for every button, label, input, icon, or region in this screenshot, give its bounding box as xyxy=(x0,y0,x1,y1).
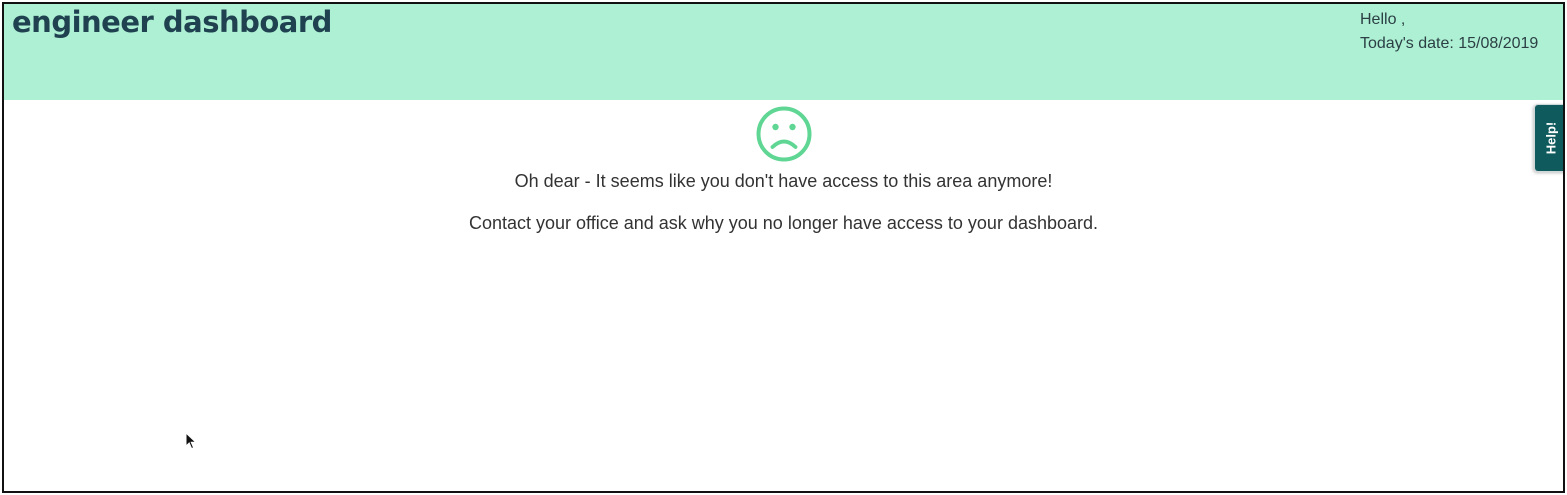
hello-text: Hello , xyxy=(1360,11,1406,28)
app-title: engineer dashboard xyxy=(12,5,332,39)
help-button[interactable]: Help! xyxy=(1534,104,1563,172)
user-greeting: Hello , Today's date: 15/08/2019 xyxy=(1360,8,1538,56)
no-access-text: Oh dear - It seems like you don't have a… xyxy=(514,171,1053,191)
sad-face-icon xyxy=(756,106,811,162)
no-access-message: Oh dear - It seems like you don't have a… xyxy=(4,100,1563,235)
contact-office-text: Contact your office and ask why you no l… xyxy=(468,213,1099,233)
header-bar: engineer dashboard Hello , Today's date:… xyxy=(4,4,1563,100)
dashboard-window: engineer dashboard Hello , Today's date:… xyxy=(2,2,1565,493)
mouse-pointer-icon xyxy=(185,432,197,450)
help-label: Help! xyxy=(1543,121,1559,155)
todays-date: Today's date: 15/08/2019 xyxy=(1360,35,1539,52)
